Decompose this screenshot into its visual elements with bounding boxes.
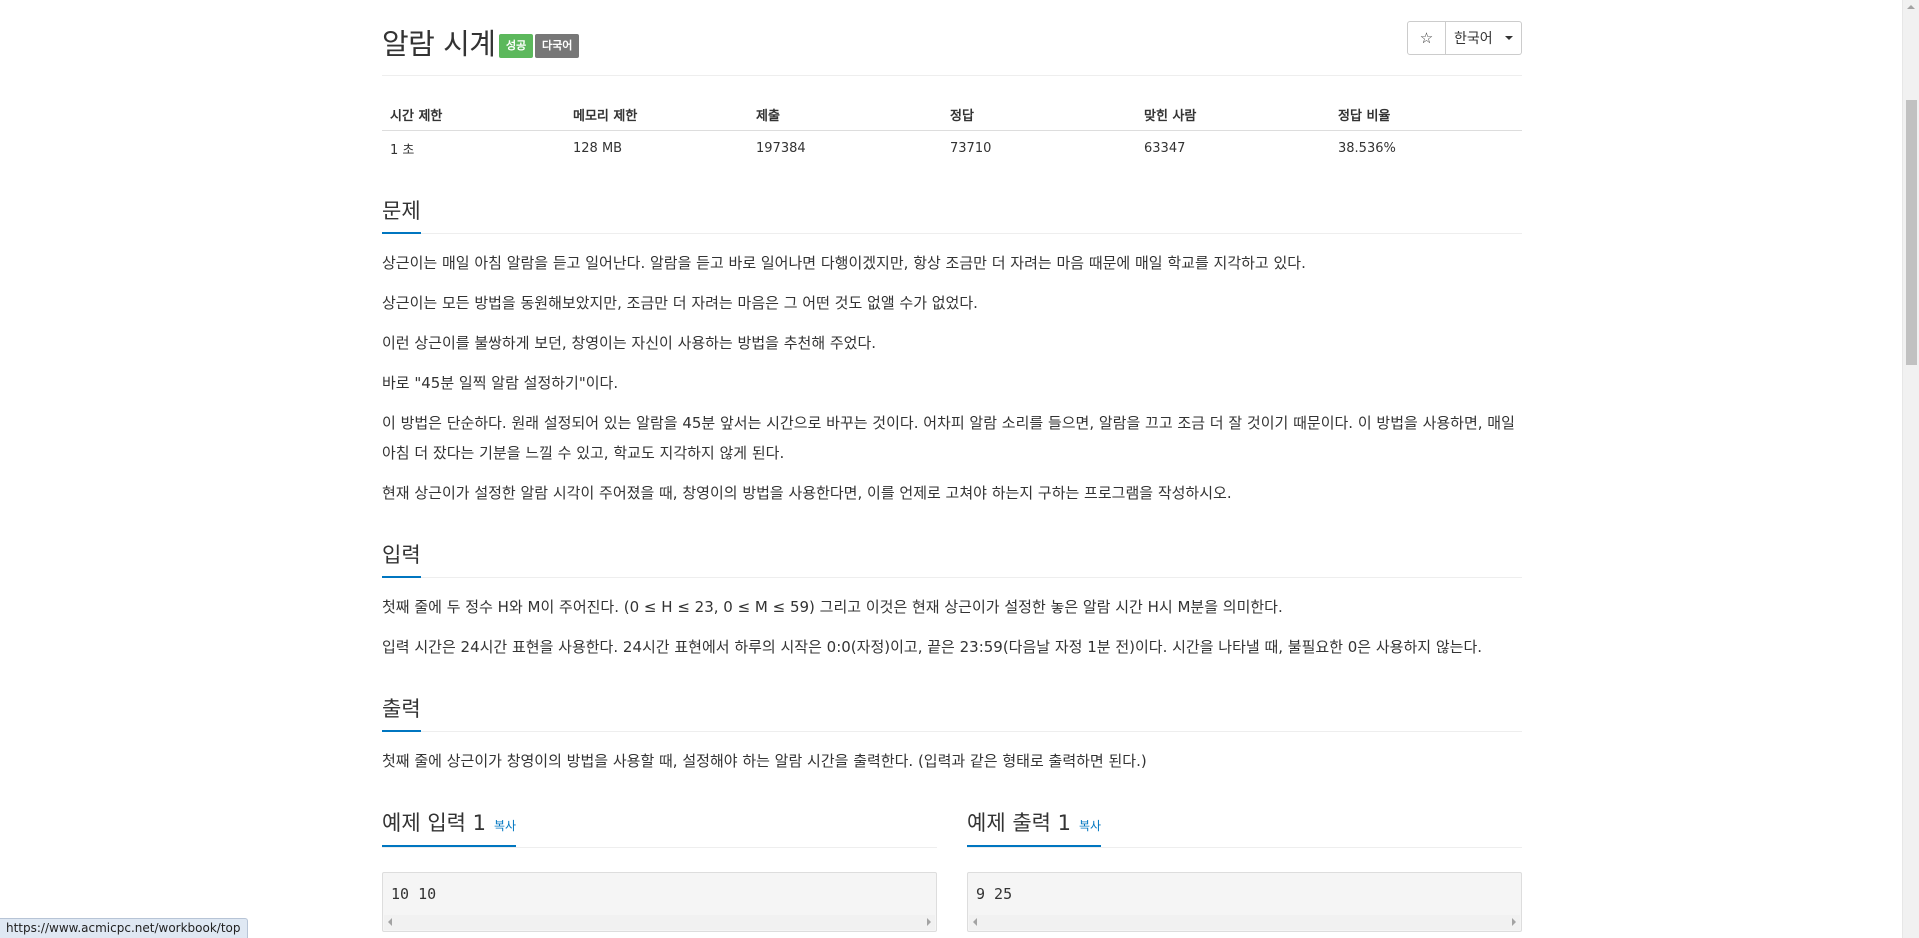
status-badge-multilang: 다국어 xyxy=(535,34,580,58)
status-badge-success: 성공 xyxy=(499,34,534,58)
page-title: 알람 시계 xyxy=(382,27,496,61)
problem-description: 상근이는 매일 아침 알람을 듣고 일어난다. 알람을 듣고 바로 일어나면 다… xyxy=(382,248,1522,508)
scroll-right-icon[interactable] xyxy=(1512,918,1516,926)
star-button[interactable]: ☆ xyxy=(1407,21,1446,55)
header-solved-users: 맞힌 사람 xyxy=(1136,100,1330,131)
sample-headline: 예제 입력 1 복사 xyxy=(382,806,937,848)
header-memory-limit: 메모리 제한 xyxy=(565,100,748,131)
time-limit-value: 1 초 xyxy=(390,142,415,158)
copy-sample-output-link[interactable]: 복사 xyxy=(1079,813,1101,839)
table-header-row: 시간 제한 메모리 제한 제출 정답 맞힌 사람 정답 비율 xyxy=(382,100,1522,131)
link-status-bar: https://www.acmicpc.net/workbook/top xyxy=(0,918,248,938)
submissions-value: 197384 xyxy=(756,140,806,156)
paragraph: 이런 상근이를 불쌍하게 보던, 창영이는 자신이 사용하는 방법을 추천해 주… xyxy=(382,334,877,352)
paragraph: 상근이는 매일 아침 알람을 듣고 일어난다. 알람을 듣고 바로 일어나면 다… xyxy=(382,254,1306,272)
paragraph: 바로 "45분 일찍 알람 설정하기"이다. xyxy=(382,374,619,392)
section-headline: 출력 xyxy=(382,696,1522,732)
table-row: 1 초 128 MB 197384 73710 63347 38.536% xyxy=(382,130,1522,166)
problem-description-section: 문제 상근이는 매일 아침 알람을 듣고 일어난다. 알람을 듣고 바로 일어나… xyxy=(382,198,1522,508)
horizontal-scrollbar[interactable] xyxy=(384,915,935,930)
section-headline: 문제 xyxy=(382,198,1522,234)
memory-limit-value: 128 MB xyxy=(573,140,623,156)
sample-input-data: 10 10 xyxy=(391,885,437,903)
problem-info-table: 시간 제한 메모리 제한 제출 정답 맞힌 사람 정답 비율 1 초 128 M… xyxy=(382,100,1522,166)
output-description: 첫째 줄에 상근이가 창영이의 방법을 사용할 때, 설정해야 하는 알람 시간… xyxy=(382,746,1522,776)
header-time-limit: 시간 제한 xyxy=(382,100,565,131)
paragraph: 상근이는 모든 방법을 동원해보았지만, 조금만 더 자려는 마음은 그 어떤 … xyxy=(382,294,978,312)
sample-output-section: 예제 출력 1 복사 9 25 xyxy=(967,806,1522,932)
sample-input-title: 예제 입력 1 복사 xyxy=(382,810,517,847)
header-submissions: 제출 xyxy=(748,100,942,131)
input-section: 입력 첫째 줄에 두 정수 H와 M이 주어진다. (0 ≤ H ≤ 23, 0… xyxy=(382,542,1522,662)
input-description: 첫째 줄에 두 정수 H와 M이 주어진다. (0 ≤ H ≤ 23, 0 ≤ … xyxy=(382,592,1522,662)
title-row: 알람 시계 성공 다국어 ☆ 한국어 xyxy=(382,18,1522,76)
horizontal-scrollbar[interactable] xyxy=(969,915,1520,930)
sample-output-title: 예제 출력 1 복사 xyxy=(967,810,1102,847)
header-button-group: ☆ 한국어 xyxy=(1407,21,1522,55)
section-title-output: 출력 xyxy=(382,696,421,732)
scroll-left-icon[interactable] xyxy=(973,918,977,926)
sample-headline: 예제 출력 1 복사 xyxy=(967,806,1522,848)
paragraph: 첫째 줄에 두 정수 H와 M이 주어진다. (0 ≤ H ≤ 23, 0 ≤ … xyxy=(382,598,1283,616)
solved-users-value: 63347 xyxy=(1144,140,1186,156)
paragraph: 현재 상근이가 설정한 알람 시각이 주어졌을 때, 창영이의 방법을 사용한다… xyxy=(382,484,1232,502)
language-label: 한국어 xyxy=(1454,31,1493,47)
language-dropdown[interactable]: 한국어 xyxy=(1446,21,1522,55)
star-icon: ☆ xyxy=(1419,29,1434,47)
title-divider xyxy=(382,75,1522,76)
sample-output-box: 9 25 xyxy=(967,872,1522,932)
sample-output-heading: 예제 출력 1 xyxy=(967,811,1071,835)
paragraph: 첫째 줄에 상근이가 창영이의 방법을 사용할 때, 설정해야 하는 알람 시간… xyxy=(382,752,1147,770)
header-accept-ratio: 정답 비율 xyxy=(1330,100,1522,131)
section-title-problem: 문제 xyxy=(382,198,421,234)
caret-down-icon xyxy=(1505,36,1513,40)
accept-ratio-value: 38.536% xyxy=(1338,140,1396,156)
scroll-right-icon[interactable] xyxy=(927,918,931,926)
output-section: 출력 첫째 줄에 상근이가 창영이의 방법을 사용할 때, 설정해야 하는 알람… xyxy=(382,696,1522,776)
paragraph: 이 방법은 단순하다. 원래 설정되어 있는 알람을 45분 앞서는 시간으로 … xyxy=(382,414,1515,462)
accepted-value: 73710 xyxy=(950,140,992,156)
page-scrollbar[interactable] xyxy=(1902,0,1919,938)
paragraph: 입력 시간은 24시간 표현을 사용한다. 24시간 표현에서 하루의 시작은 … xyxy=(382,638,1483,656)
sample-output-data: 9 25 xyxy=(976,885,1013,903)
sample-input-box: 10 10 xyxy=(382,872,937,932)
scroll-up-icon[interactable] xyxy=(1907,5,1915,9)
scroll-left-icon[interactable] xyxy=(388,918,392,926)
header-accepted: 정답 xyxy=(942,100,1136,131)
sample-input-heading: 예제 입력 1 xyxy=(382,811,486,835)
copy-sample-input-link[interactable]: 복사 xyxy=(494,813,516,839)
section-title-input: 입력 xyxy=(382,542,421,578)
section-headline: 입력 xyxy=(382,542,1522,578)
scrollbar-thumb[interactable] xyxy=(1906,100,1917,365)
sample-input-section: 예제 입력 1 복사 10 10 xyxy=(382,806,937,932)
